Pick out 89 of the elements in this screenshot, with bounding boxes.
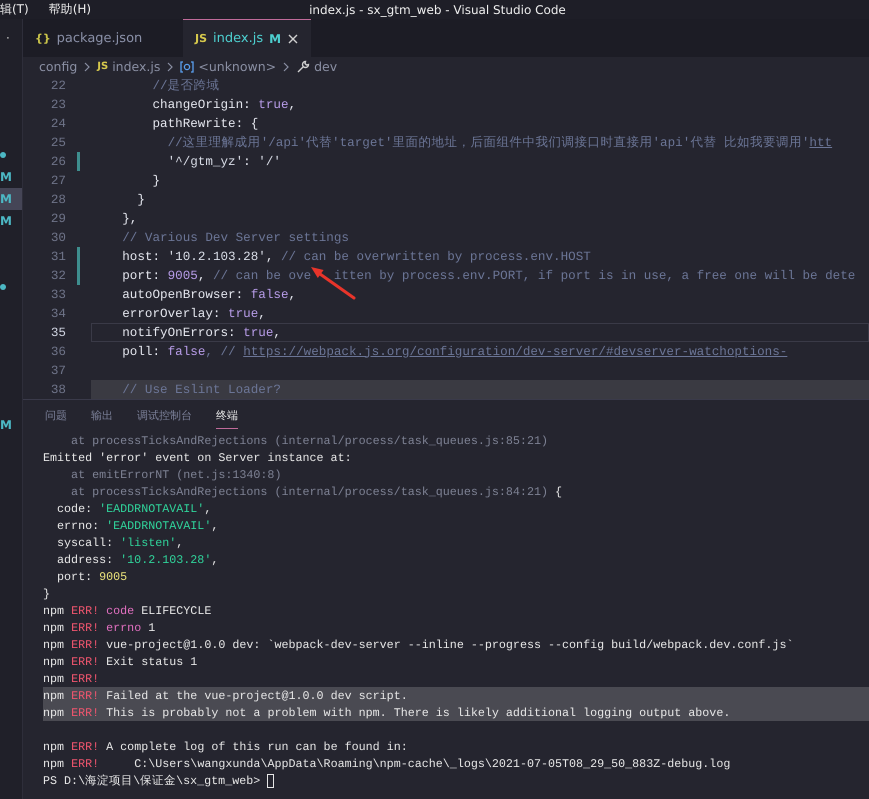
git-status-letter: M (0, 170, 12, 184)
line-number: 27 (50, 174, 66, 188)
window-title: index.js - sx_gtm_web - Visual Studio Code (309, 2, 566, 16)
js-file-icon: JS (195, 32, 208, 45)
file-status-row[interactable]: M (0, 210, 22, 232)
terminal-line: address: '10.2.103.28', (56, 552, 218, 566)
line-number: 32 (50, 268, 66, 282)
terminal-line: npm ERR! code ELIFECYCLE (43, 604, 212, 618)
breadcrumb-item[interactable]: config (39, 59, 78, 74)
modified-label: M (269, 32, 282, 46)
code-line: pathRewrite: { (151, 116, 258, 130)
terminal-line: npm ERR! Exit status 1 (43, 654, 198, 668)
code-line: // Use Eslint Loader? (121, 382, 281, 396)
close-icon[interactable] (287, 32, 300, 44)
chevron-icon (282, 62, 290, 72)
file-status-row[interactable]: M (0, 188, 22, 210)
tab-label: index.js (213, 31, 264, 46)
terminal-line: npm ERR! (43, 672, 100, 686)
breadcrumb-item[interactable]: <unknown> (180, 59, 276, 74)
terminal-line: npm ERR! This is probably not a problem with npm. There is likely additional logging output above. (43, 706, 730, 720)
tab-label: package.json (56, 31, 142, 46)
breadcrumb-item[interactable]: dev (296, 59, 338, 74)
editor-tab[interactable]: JS index.js M (183, 19, 312, 57)
line-number: 34 (50, 306, 66, 320)
file-status-row[interactable]: M (0, 166, 22, 188)
code-line: //是否跨域 (151, 78, 220, 94)
code-line: }, (121, 212, 138, 226)
code-line: // Various Dev Server settings (121, 230, 349, 244)
js-file-icon: JS (97, 61, 108, 72)
code-line: host: '10.2.103.28', // can be overwritten by process.env.HOST (121, 250, 591, 264)
status-dot-icon (0, 152, 6, 158)
terminal-cursor (267, 774, 274, 788)
terminal-line: npm ERR! Failed at the vue-project@1.0.0 dev script. (43, 688, 408, 702)
chevron-icon (166, 62, 174, 72)
terminal-line: npm ERR! A complete log of this run can be found in: (43, 740, 408, 754)
terminal-line: npm ERR! C:\Users\wangxunda\AppData\Roaming\npm-cache\_logs\2021-07-05T08_29_50_883Z-debug.log (43, 756, 730, 770)
code-line: errorOverlay: true, (121, 306, 266, 320)
wrench-icon (296, 60, 310, 74)
json-file-icon: {} (35, 32, 51, 45)
terminal-line: } (43, 586, 50, 600)
symbol-icon (180, 60, 194, 72)
code-line: } (151, 174, 160, 188)
overflow-dot: · (5, 30, 11, 47)
git-status-letter: M (0, 418, 13, 432)
code-line: autoOpenBrowser: false, (121, 288, 296, 302)
line-number: 38 (50, 382, 66, 396)
line-number: 37 (50, 364, 66, 378)
code-line: } (136, 192, 145, 206)
chevron-icon (83, 62, 92, 72)
line-number: 35 (50, 326, 66, 340)
line-number: 36 (50, 344, 66, 358)
panel-tab[interactable]: 问题 (45, 403, 67, 429)
panel-tab[interactable]: 终端 (216, 403, 238, 429)
git-status-letter: M (0, 192, 12, 206)
terminal-line: PS D:\海淀项目\保证金\sx_gtm_web> (43, 773, 262, 788)
code-line: //这里理解成用'/api'代替'target'里面的地址，后面组件中我们调接口时直接用'api'代替 比如我要调用'htt (166, 134, 832, 151)
line-number: 28 (50, 192, 66, 206)
editor-tab[interactable]: {} package.json (23, 19, 183, 57)
terminal-line: npm ERR! errno 1 (43, 620, 156, 634)
terminal-line: syscall: 'listen', (56, 536, 184, 550)
line-number: 23 (50, 98, 66, 112)
line-number: 30 (50, 230, 66, 244)
line-number: 29 (50, 212, 66, 226)
terminal-line: errno: 'EADDRNOTAVAIL', (56, 518, 218, 532)
git-status-letter: M (0, 214, 12, 228)
code-line: changeOrigin: true, (151, 98, 296, 112)
line-number: 22 (50, 78, 66, 92)
status-dot-icon (0, 284, 6, 290)
line-number: 24 (50, 116, 66, 130)
terminal-line: Emitted 'error' event on Server instance at: (43, 450, 352, 464)
terminal-line: code: 'EADDRNOTAVAIL', (56, 502, 212, 516)
panel-tab[interactable]: 输出 (91, 403, 113, 429)
line-number: 26 (50, 154, 66, 168)
code-line: notifyOnErrors: true, (121, 326, 281, 340)
code-line: port: 9005, // can be ove itten by process.env.PORT, if port is in use, a free one will be dete (121, 268, 856, 282)
terminal-line: at emitErrorNT (net.js:1340:8) (70, 468, 282, 482)
code-line: '^/gtm_yz': '/' (166, 154, 281, 168)
terminal-line: at processTicksAndRejections (internal/process/task_queues.js:85:21) (70, 434, 548, 448)
terminal-line: npm ERR! vue-project@1.0.0 dev: `webpack-dev-server --inline --progress --config build/webpack.dev.conf.js` (43, 638, 794, 652)
menu-item[interactable]: 帮助(H) (48, 1, 92, 18)
line-number: 25 (50, 136, 66, 150)
line-number: 31 (50, 250, 66, 264)
breadcrumb-item[interactable]: JS index.js (97, 59, 160, 74)
panel-tab[interactable]: 调试控制台 (137, 403, 192, 429)
code-line: poll: false, // https://webpack.js.org/configuration/dev-server/#devserver-watchoptions- (121, 344, 788, 358)
terminal-line: port: 9005 (56, 570, 128, 584)
menu-item[interactable]: 辑(T) (0, 1, 29, 18)
line-number: 33 (50, 288, 66, 302)
terminal-line: at processTicksAndRejections (internal/process/task_queues.js:84:21) { (70, 484, 562, 498)
